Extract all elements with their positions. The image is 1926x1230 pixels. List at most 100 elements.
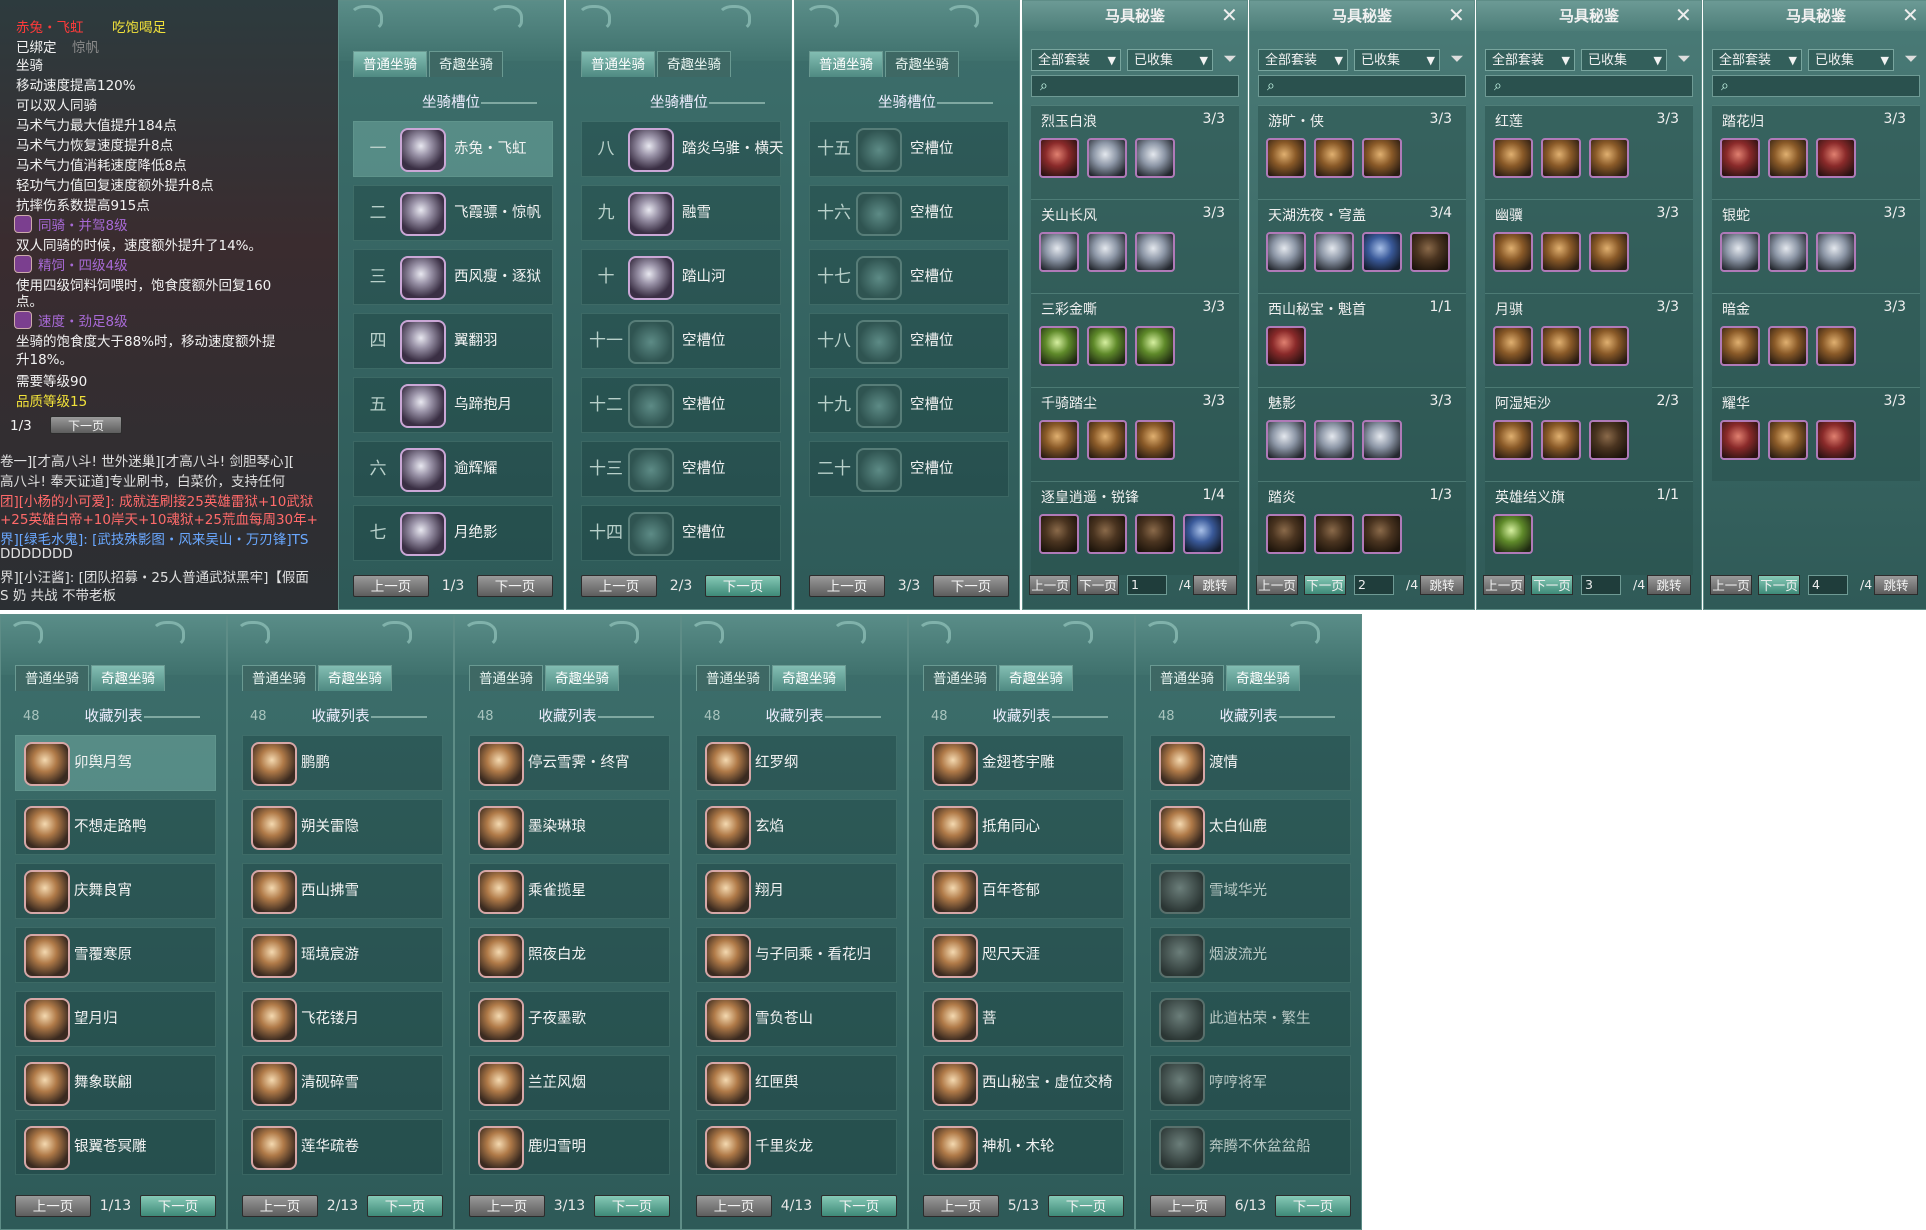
collected-filter-select[interactable]: 已收集 ▼: [1808, 49, 1894, 71]
close-icon[interactable]: ✕: [1221, 5, 1239, 25]
set-filter-select[interactable]: 全部套装 ▼: [1712, 49, 1802, 71]
harness-item-icon[interactable]: [1541, 138, 1581, 178]
harness-set[interactable]: 暗金 3/3: [1712, 293, 1920, 387]
jump-button[interactable]: 跳转: [1874, 575, 1918, 595]
tab-normal-mounts[interactable]: 普通坐骑: [242, 665, 316, 691]
collection-row[interactable]: 飞花镂月: [242, 991, 443, 1047]
collection-row[interactable]: 墨染琳琅: [469, 799, 670, 855]
harness-item-icon[interactable]: [1493, 326, 1533, 366]
collection-row[interactable]: 不想走路鸭: [15, 799, 216, 855]
harness-item-icon[interactable]: [1266, 514, 1306, 554]
prev-page-button[interactable]: 上一页: [1483, 575, 1525, 595]
collection-row[interactable]: 百年苍郁: [923, 863, 1124, 919]
harness-set[interactable]: 月骐 3/3: [1485, 293, 1693, 387]
harness-item-icon[interactable]: [1362, 514, 1402, 554]
tab-normal-mounts[interactable]: 普通坐骑: [15, 665, 89, 691]
jump-button[interactable]: 跳转: [1647, 575, 1691, 595]
harness-item-icon[interactable]: [1720, 138, 1760, 178]
next-page-button[interactable]: 下一页: [1275, 1195, 1351, 1217]
harness-item-icon[interactable]: [1314, 232, 1354, 272]
harness-item-icon[interactable]: [1087, 232, 1127, 272]
collection-row[interactable]: 此道枯荣・繁生: [1150, 991, 1351, 1047]
harness-item-icon[interactable]: [1541, 326, 1581, 366]
next-page-button[interactable]: 下一页: [1077, 575, 1119, 595]
tab-normal-mounts[interactable]: 普通坐骑: [353, 51, 427, 77]
harness-item-icon[interactable]: [1266, 326, 1306, 366]
harness-item-icon[interactable]: [1493, 514, 1533, 554]
collection-row[interactable]: 望月归: [15, 991, 216, 1047]
harness-item-icon[interactable]: [1720, 326, 1760, 366]
collection-row[interactable]: 雪域华光: [1150, 863, 1351, 919]
harness-set[interactable]: 千骑踏尘 3/3: [1031, 387, 1239, 481]
collection-row[interactable]: 咫尺天涯: [923, 927, 1124, 983]
collection-row[interactable]: 抵角同心: [923, 799, 1124, 855]
prev-page-button[interactable]: 上一页: [1029, 575, 1071, 595]
collection-row[interactable]: 舞象联翩: [15, 1055, 216, 1111]
harness-item-icon[interactable]: [1768, 326, 1808, 366]
mount-slot-row[interactable]: 十二 空槽位: [581, 377, 781, 433]
collection-row[interactable]: 清砚碎雪: [242, 1055, 443, 1111]
harness-item-icon[interactable]: [1410, 232, 1450, 272]
harness-item-icon[interactable]: [1039, 514, 1079, 554]
tab-fun-mounts[interactable]: 奇趣坐骑: [545, 665, 619, 691]
next-page-button[interactable]: 下一页: [1048, 1195, 1124, 1217]
harness-item-icon[interactable]: [1135, 138, 1175, 178]
harness-set[interactable]: 阿湿矩沙 2/3: [1485, 387, 1693, 481]
collection-row[interactable]: 西山拂雪: [242, 863, 443, 919]
collection-row[interactable]: 渡情: [1150, 735, 1351, 791]
harness-item-icon[interactable]: [1541, 420, 1581, 460]
harness-item-icon[interactable]: [1362, 232, 1402, 272]
tab-fun-mounts[interactable]: 奇趣坐骑: [318, 665, 392, 691]
collection-row[interactable]: 奔腾不休盆盆船: [1150, 1119, 1351, 1175]
harness-set[interactable]: 踏炎 1/3: [1258, 481, 1466, 575]
mount-slot-row[interactable]: 十三 空槽位: [581, 441, 781, 497]
harness-set[interactable]: 游旷・侠 3/3: [1258, 105, 1466, 199]
filter-icon[interactable]: ⏷: [1902, 49, 1920, 69]
close-icon[interactable]: ✕: [1448, 5, 1466, 25]
collection-row[interactable]: 庆舞良宵: [15, 863, 216, 919]
collection-row[interactable]: 雪覆寒原: [15, 927, 216, 983]
filter-icon[interactable]: ⏷: [1675, 49, 1693, 69]
harness-item-icon[interactable]: [1493, 232, 1533, 272]
collection-row[interactable]: 鹏鹏: [242, 735, 443, 791]
harness-item-icon[interactable]: [1589, 326, 1629, 366]
collection-row[interactable]: 瑶境宸游: [242, 927, 443, 983]
mount-slot-row[interactable]: 十八 空槽位: [809, 313, 1009, 369]
collection-row[interactable]: 与子同乘・看花归: [696, 927, 897, 983]
mount-slot-row[interactable]: 十九 空槽位: [809, 377, 1009, 433]
set-filter-select[interactable]: 全部套装 ▼: [1258, 49, 1348, 71]
tab-fun-mounts[interactable]: 奇趣坐骑: [429, 51, 503, 77]
next-page-button[interactable]: 下一页: [594, 1195, 670, 1217]
harness-item-icon[interactable]: [1768, 420, 1808, 460]
harness-item-icon[interactable]: [1589, 138, 1629, 178]
harness-item-icon[interactable]: [1493, 138, 1533, 178]
mount-slot-row[interactable]: 十 踏山河: [581, 249, 781, 305]
harness-item-icon[interactable]: [1816, 232, 1856, 272]
harness-item-icon[interactable]: [1087, 326, 1127, 366]
next-page-button[interactable]: 下一页: [933, 575, 1009, 597]
harness-set[interactable]: 三彩金嘶 3/3: [1031, 293, 1239, 387]
search-input[interactable]: ⌕: [1485, 75, 1693, 97]
next-page-button[interactable]: 下一页: [1758, 575, 1800, 595]
harness-item-icon[interactable]: [1768, 232, 1808, 272]
harness-item-icon[interactable]: [1039, 420, 1079, 460]
harness-item-icon[interactable]: [1183, 514, 1223, 554]
collection-row[interactable]: 莲华疏卷: [242, 1119, 443, 1175]
close-icon[interactable]: ✕: [1675, 5, 1693, 25]
set-filter-select[interactable]: 全部套装 ▼: [1031, 49, 1121, 71]
tab-normal-mounts[interactable]: 普通坐骑: [696, 665, 770, 691]
harness-item-icon[interactable]: [1314, 514, 1354, 554]
collected-filter-select[interactable]: 已收集 ▼: [1354, 49, 1440, 71]
mount-slot-row[interactable]: 五 乌蹄抱月: [353, 377, 553, 433]
tab-normal-mounts[interactable]: 普通坐骑: [581, 51, 655, 77]
mount-slot-row[interactable]: 九 融雪: [581, 185, 781, 241]
mount-slot-row[interactable]: 四 翼翻羽: [353, 313, 553, 369]
mount-slot-row[interactable]: 一 赤兔・飞虹: [353, 121, 553, 177]
harness-item-icon[interactable]: [1720, 420, 1760, 460]
collection-row[interactable]: 雪负苍山: [696, 991, 897, 1047]
harness-item-icon[interactable]: [1135, 514, 1175, 554]
jump-button[interactable]: 跳转: [1420, 575, 1464, 595]
harness-set[interactable]: 天湖洗夜・穹盖 3/4: [1258, 199, 1466, 293]
next-page-button[interactable]: 下一页: [477, 575, 553, 597]
mount-slot-row[interactable]: 十五 空槽位: [809, 121, 1009, 177]
